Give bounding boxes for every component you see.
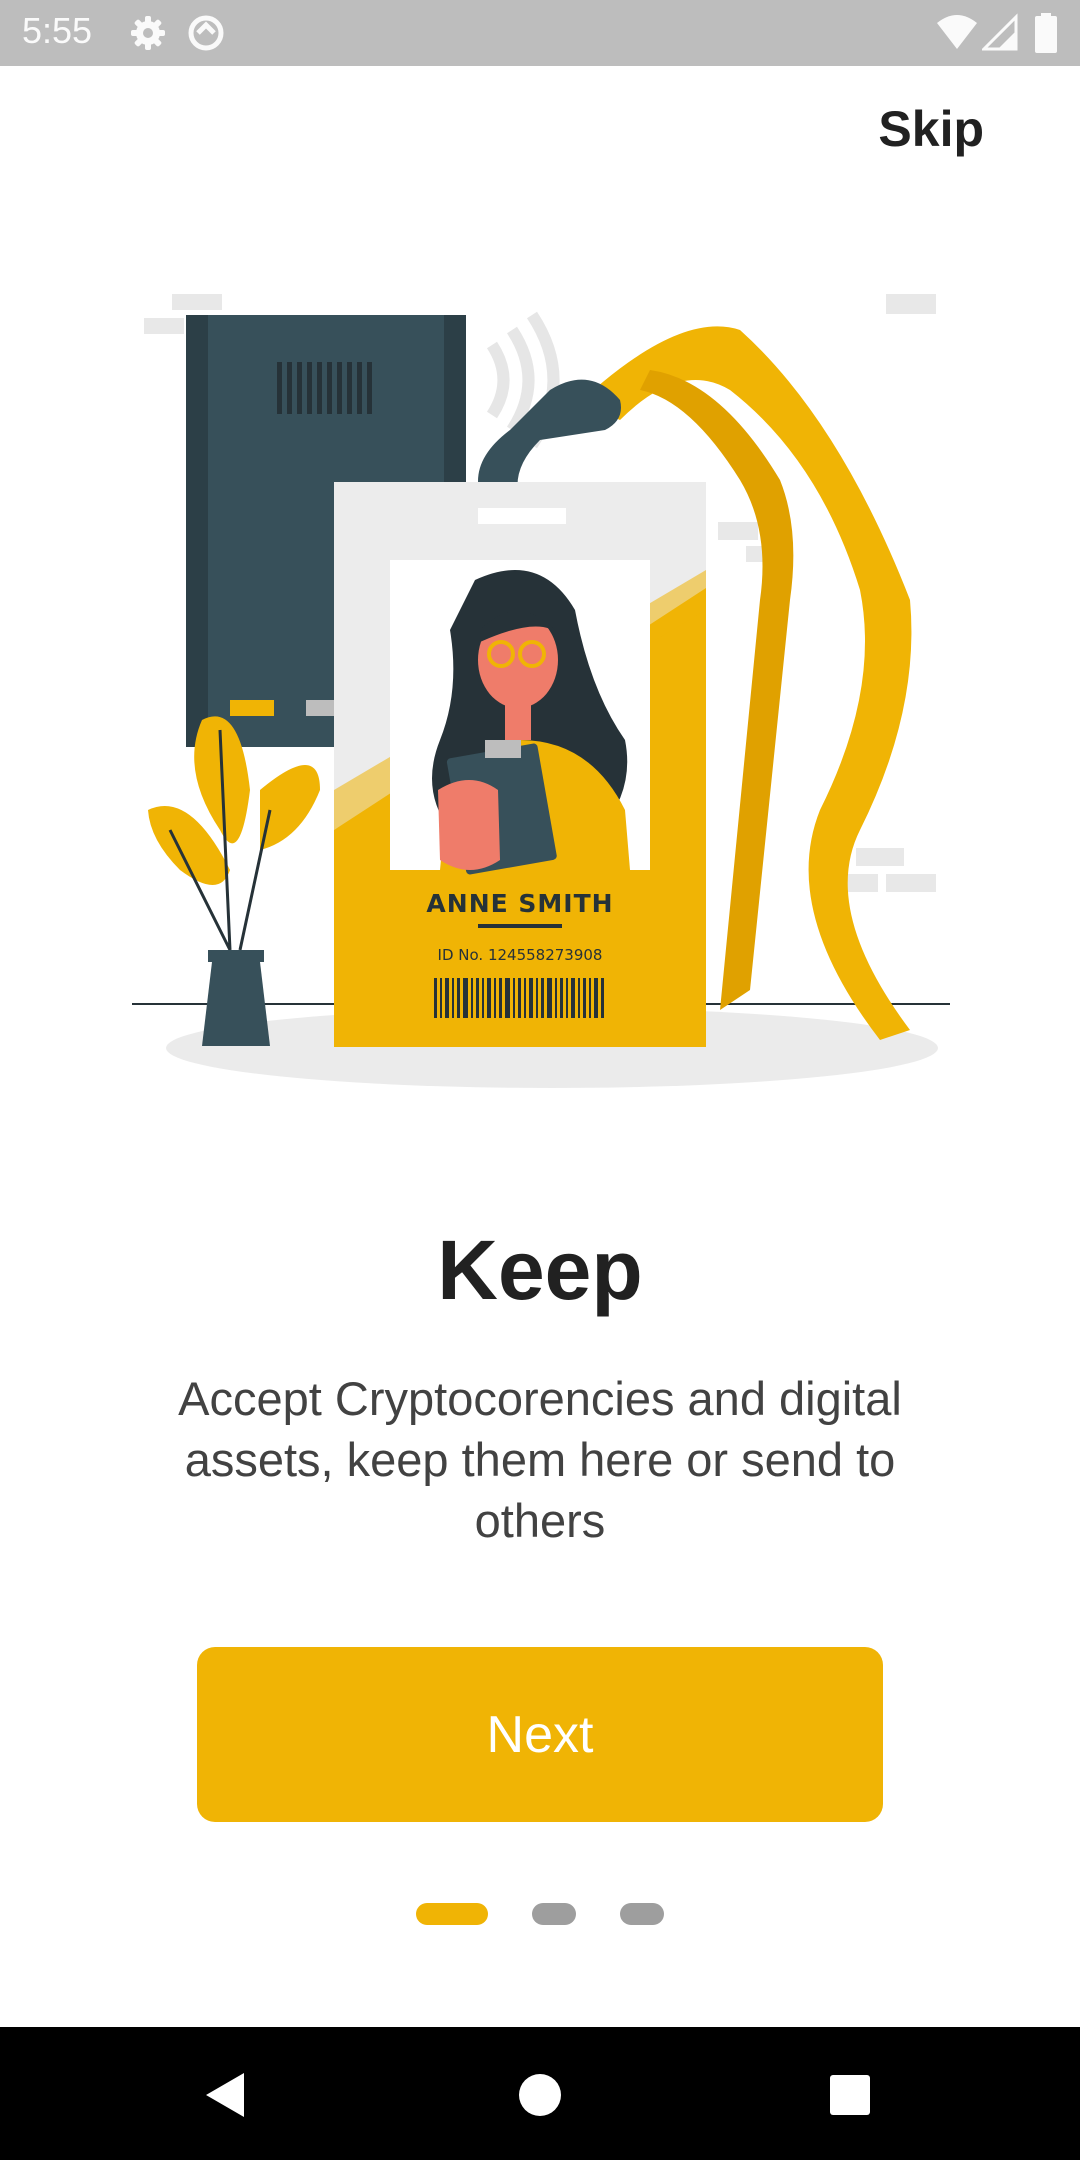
page-dot[interactable] bbox=[532, 1903, 576, 1925]
page-indicator bbox=[0, 1903, 1080, 1925]
page-dot[interactable] bbox=[620, 1903, 664, 1925]
page-title: Keep bbox=[437, 1223, 643, 1317]
sync-icon bbox=[186, 13, 226, 58]
badge-id: ID No. 124558273908 bbox=[438, 946, 603, 964]
badge-name: ANNE SMITH bbox=[426, 889, 613, 918]
skip-button[interactable]: Skip bbox=[878, 100, 984, 158]
recents-icon[interactable] bbox=[820, 2065, 880, 2125]
page-dot-active[interactable] bbox=[416, 1903, 488, 1925]
battery-icon bbox=[1034, 13, 1058, 58]
wifi-icon bbox=[936, 13, 978, 58]
status-bar: 5:55 bbox=[0, 0, 1080, 66]
onboarding-illustration: ANNE SMITH ID No. 124558273908 bbox=[120, 270, 960, 1110]
home-icon[interactable] bbox=[510, 2065, 570, 2125]
signal-icon bbox=[980, 13, 1018, 58]
page-description: Accept Cryptocorencies and digital asset… bbox=[178, 1372, 902, 1547]
status-time: 5:55 bbox=[22, 10, 93, 51]
badge-barcode bbox=[434, 978, 604, 1018]
navigation-bar bbox=[0, 2027, 1080, 2160]
back-icon[interactable] bbox=[196, 2065, 256, 2125]
gear-icon bbox=[128, 13, 168, 58]
next-button[interactable]: Next bbox=[197, 1647, 883, 1822]
